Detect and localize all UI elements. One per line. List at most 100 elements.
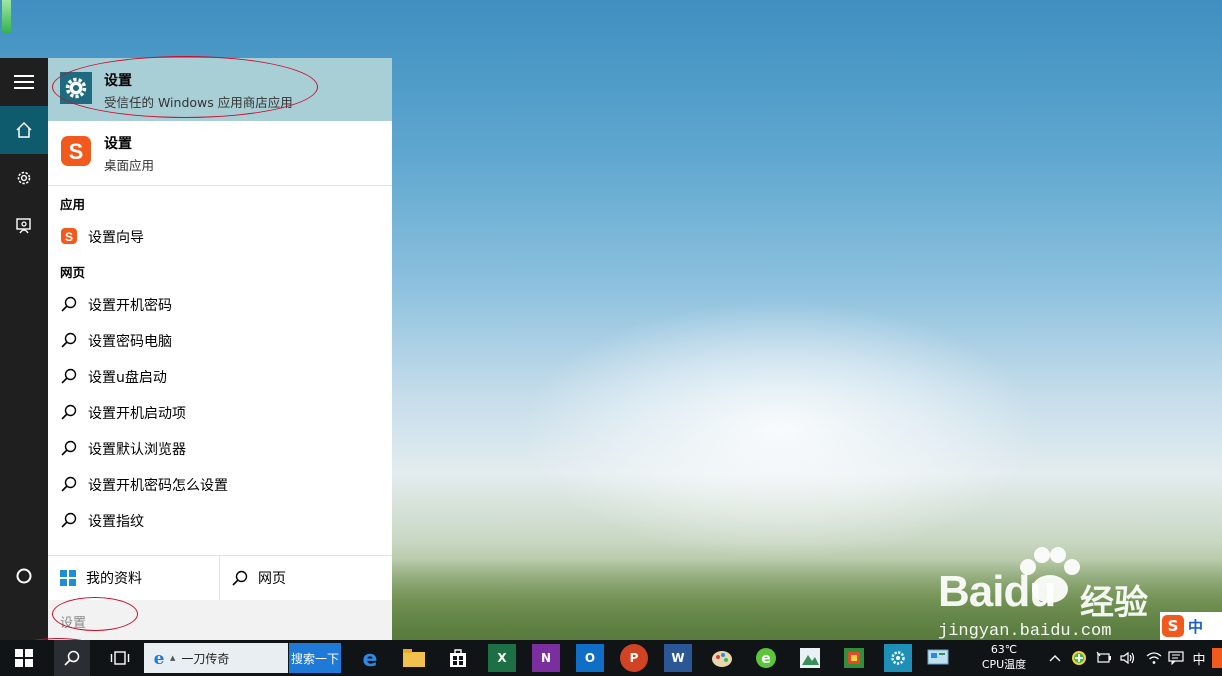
cpu-temperature-label: CPU温度 bbox=[981, 658, 1027, 671]
input-language-button[interactable]: 中 bbox=[1188, 640, 1210, 676]
green-app-icon[interactable]: e bbox=[752, 644, 780, 672]
battery-icon bbox=[1096, 651, 1111, 663]
scope-bar: 我的资料 网页 bbox=[48, 555, 392, 600]
ime-language-indicator: 中 bbox=[1188, 617, 1204, 636]
ie-icon: e bbox=[154, 649, 165, 667]
task-view-button[interactable] bbox=[104, 640, 136, 676]
web-result-label: 设置默认浏览器 bbox=[88, 442, 186, 458]
control-panel-icon[interactable] bbox=[924, 644, 952, 672]
show-hidden-icons-button[interactable] bbox=[1046, 640, 1064, 676]
hamburger-menu-button[interactable] bbox=[0, 58, 48, 106]
web-result-item[interactable]: 设置开机密码 bbox=[48, 286, 392, 322]
web-result-item[interactable]: 设置u盘启动 bbox=[48, 358, 392, 394]
browser-taskbar-tab[interactable]: e ▲ 一刀传奇 bbox=[144, 643, 288, 673]
svg-text:e: e bbox=[363, 647, 378, 669]
feedback-button[interactable] bbox=[0, 202, 48, 250]
action-center-button[interactable] bbox=[1166, 640, 1186, 676]
web-result-label: 设置开机密码怎么设置 bbox=[88, 478, 228, 494]
start-rail bbox=[0, 58, 48, 640]
notification-icon bbox=[1168, 651, 1184, 665]
web-result-item[interactable]: 设置开机启动项 bbox=[48, 394, 392, 430]
web-result-label: 设置密码电脑 bbox=[88, 334, 172, 350]
app-result-setup-wizard[interactable]: S 设置向导 bbox=[48, 218, 392, 254]
web-result-item[interactable]: 设置默认浏览器 bbox=[48, 430, 392, 466]
search-icon bbox=[60, 511, 78, 529]
search-results-panel: 设置 受信任的 Windows 应用商店应用 S 设置 桌面应用 应用 S 设置… bbox=[48, 58, 392, 640]
windows-start-icon bbox=[15, 649, 33, 667]
baidu-jingyan-text: 经验 bbox=[1080, 583, 1148, 623]
my-stuff-button[interactable]: 我的资料 bbox=[60, 556, 218, 600]
sogou-small-icon: S bbox=[61, 228, 77, 244]
store-icon[interactable] bbox=[444, 644, 472, 672]
my-stuff-label: 我的资料 bbox=[86, 571, 142, 587]
home-icon bbox=[16, 121, 32, 138]
search-one-button[interactable]: 搜索一下 bbox=[289, 643, 341, 673]
word-icon[interactable]: W bbox=[664, 644, 692, 672]
divider bbox=[48, 185, 392, 186]
powerpoint-icon[interactable]: P bbox=[620, 644, 648, 672]
web-result-item[interactable]: 设置密码电脑 bbox=[48, 322, 392, 358]
baidu-brand-text: Bai bbox=[938, 567, 1004, 616]
search-icon bbox=[60, 367, 78, 385]
search-icon bbox=[232, 570, 248, 586]
svg-text:e: e bbox=[761, 651, 771, 667]
settings-rail-button[interactable] bbox=[0, 154, 48, 202]
ime-toolbar[interactable]: S 中 bbox=[1160, 612, 1222, 640]
sogou-logo-icon: S bbox=[61, 136, 91, 166]
ime-edge-icon bbox=[1212, 648, 1222, 668]
web-result-item[interactable]: 设置指纹 bbox=[48, 502, 392, 538]
baidu-url: jingyan.baidu.com bbox=[938, 622, 1112, 641]
chevron-up-icon bbox=[1049, 655, 1061, 662]
hamburger-icon bbox=[14, 75, 34, 89]
annotation-ellipse-top-result bbox=[52, 56, 318, 118]
cpu-temperature-widget[interactable]: 63℃ CPU温度 bbox=[972, 642, 1036, 672]
taskbar: e ▲ 一刀传奇 搜索一下 e X N O P W e 63℃ CPU温度 中 bbox=[0, 640, 1222, 676]
baidu-brand-suffix: du bbox=[1003, 567, 1056, 616]
top-indicator bbox=[2, 0, 11, 34]
volume-button[interactable] bbox=[1118, 640, 1138, 676]
file-explorer-icon[interactable] bbox=[400, 644, 428, 672]
search-icon bbox=[60, 295, 78, 313]
sogou-icon: S bbox=[60, 135, 92, 167]
web-scope-label: 网页 bbox=[258, 571, 286, 587]
web-result-item[interactable]: 设置开机密码怎么设置 bbox=[48, 466, 392, 502]
windows-logo-icon bbox=[60, 570, 76, 586]
search-icon bbox=[60, 331, 78, 349]
volume-icon bbox=[1120, 651, 1135, 665]
section-heading-apps: 应用 bbox=[60, 197, 86, 212]
desktop-glow bbox=[520, 300, 1040, 560]
onenote-icon[interactable]: N bbox=[532, 644, 560, 672]
result-settings-desktop-app[interactable]: S 设置 桌面应用 bbox=[48, 121, 392, 185]
app-result-label: 设置向导 bbox=[88, 230, 144, 246]
sogou-icon: S bbox=[60, 227, 78, 245]
search-icon bbox=[60, 439, 78, 457]
green-plus-icon bbox=[1072, 651, 1086, 665]
battery-button[interactable] bbox=[1094, 640, 1114, 676]
edge-icon[interactable]: e bbox=[356, 644, 384, 672]
task-view-icon bbox=[110, 651, 130, 665]
excel-icon[interactable]: X bbox=[488, 644, 516, 672]
cortana-button[interactable] bbox=[0, 552, 48, 600]
cpu-temperature-value: 63℃ bbox=[990, 643, 1018, 656]
baidu-watermark: Baidu 经验 jingyan.baidu.com bbox=[938, 545, 1168, 645]
home-button[interactable] bbox=[0, 106, 48, 154]
section-heading-web: 网页 bbox=[60, 265, 86, 280]
web-result-label: 设置u盘启动 bbox=[88, 370, 167, 386]
chart-app-icon[interactable] bbox=[840, 644, 868, 672]
wifi-icon bbox=[1146, 652, 1162, 664]
gear-icon bbox=[17, 171, 31, 185]
paint-icon[interactable] bbox=[708, 644, 736, 672]
result-subtitle: 桌面应用 bbox=[104, 158, 155, 173]
taskbar-search-button[interactable] bbox=[54, 640, 90, 676]
settings-icon[interactable] bbox=[884, 644, 912, 672]
outlook-icon[interactable]: O bbox=[576, 644, 604, 672]
web-scope-button[interactable]: 网页 bbox=[232, 556, 382, 600]
annotation-ellipse-search-box bbox=[52, 597, 138, 631]
search-icon bbox=[64, 650, 80, 666]
network-button[interactable] bbox=[1144, 640, 1164, 676]
photos-icon[interactable] bbox=[796, 644, 824, 672]
browser-tab-label: 一刀传奇 bbox=[181, 651, 230, 666]
baidu-brand: Baidu bbox=[938, 567, 1056, 617]
start-button[interactable] bbox=[8, 640, 40, 676]
tray-app-button[interactable] bbox=[1068, 640, 1090, 676]
